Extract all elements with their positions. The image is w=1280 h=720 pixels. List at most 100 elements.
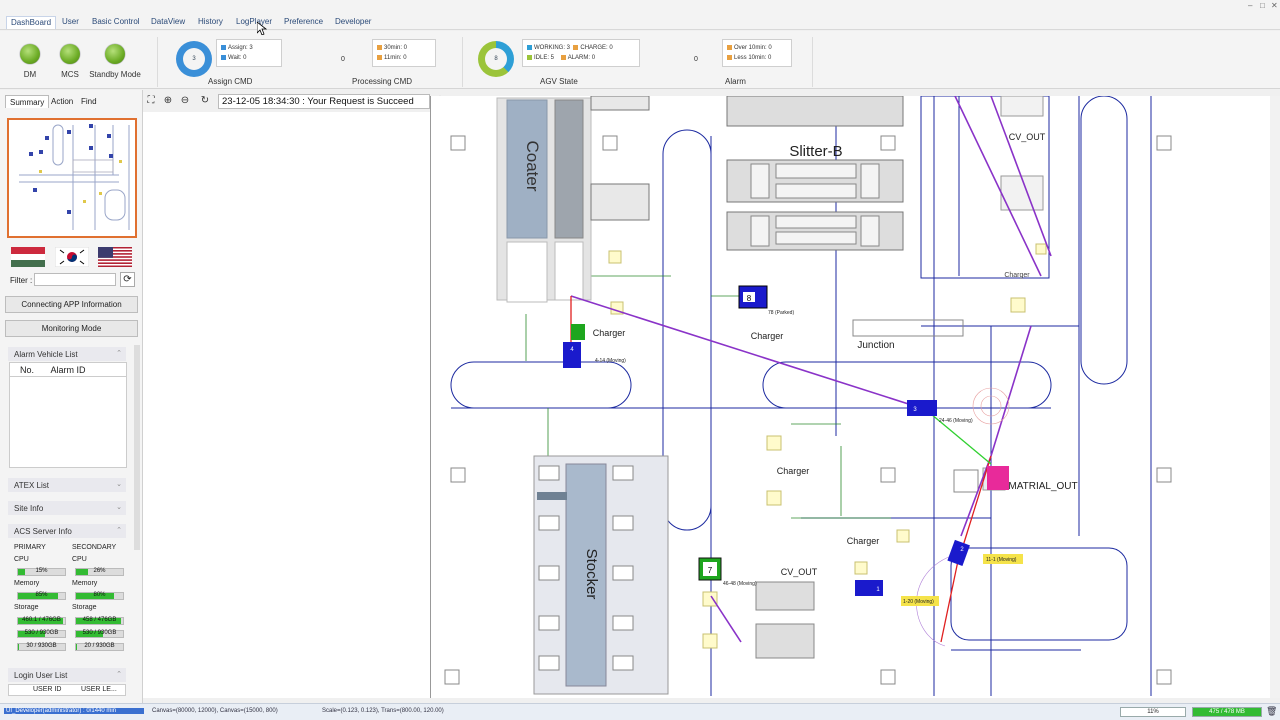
secondary-cpu-value: 26% (93, 568, 106, 574)
scale-info: Scale=(0.123, 0.123), Trans=(800.00, 120… (322, 708, 444, 714)
vehicle-status: 46-48 (Moving) (723, 581, 757, 587)
chevron-down-icon[interactable]: ⌄ (116, 480, 122, 488)
primary-label: PRIMARY (14, 544, 46, 551)
atex-header[interactable]: ATEX List ⌄ (8, 478, 126, 492)
alarm-less-10: Less 10min: 0 (734, 55, 772, 61)
over-11min: 11min: 0 (384, 55, 407, 61)
chevron-down-icon[interactable]: ⌄ (116, 503, 122, 511)
standby-led (105, 44, 125, 64)
charger-label: Charger (751, 331, 784, 341)
cv-out-bottom-label: CV_OUT (781, 567, 818, 577)
menu-bar: DashBoard User Basic Control DataView Hi… (0, 14, 1280, 30)
primary-storage-bar-1: 460.1 / 476GB (17, 617, 66, 625)
site-info-header[interactable]: Site Info ⌄ (8, 501, 126, 515)
chevron-up-icon[interactable]: ⌃ (116, 349, 122, 357)
left-panel: Summary Action Find Filter: ⟳ Connectin… (0, 90, 143, 706)
canvas-info: Canvas=(80000, 12000), Canvas=(15000, 80… (152, 708, 278, 714)
connecting-app-button[interactable]: Connecting APP Information (5, 296, 138, 313)
vehicle-status: 11-1 (Moving) (986, 557, 1017, 563)
alarm-vehicle-table: No. Alarm ID (9, 362, 127, 468)
alarm-over-10: Over 10min: 0 (734, 45, 772, 51)
assign-ring-value: 3 (183, 48, 205, 70)
secondary-memory-value: 80% (93, 592, 106, 598)
filter-input[interactable] (34, 273, 116, 286)
dashboard-bar: DM MCS Standby Mode 3 Assign: 3 Wait: 0 … (0, 31, 1280, 89)
cv-out-top-label: CV_OUT (1009, 132, 1046, 142)
primary-storage-label: Storage (14, 604, 39, 611)
alarm-label: Alarm (725, 77, 746, 86)
standby-label: Standby Mode (89, 70, 141, 79)
hungary-flag-icon[interactable] (11, 247, 45, 267)
secondary-cpu-bar: 26% (75, 568, 124, 576)
storage-value: 30 / 930GB (26, 643, 57, 649)
menu-user[interactable]: User (58, 16, 83, 29)
primary-memory-label: Memory (14, 580, 40, 587)
col-no: No. (20, 365, 35, 375)
alarm-count: 0 (694, 56, 698, 63)
agv-idle: IDLE: 5 (534, 55, 555, 61)
map-scrollbar[interactable] (1270, 96, 1280, 698)
primary-storage-bar-3: 30 / 930GB (17, 643, 66, 651)
korea-flag-icon[interactable] (55, 247, 89, 267)
close-icon[interactable]: ✕ (1271, 1, 1278, 10)
tab-action[interactable]: Action (47, 95, 77, 108)
status-message: 23-12-05 18:34:30 : Your Request is Succ… (218, 94, 430, 109)
slitter-label: Slitter-B (789, 143, 842, 160)
atex-title: ATEX List (14, 481, 49, 490)
menu-logplayer[interactable]: LogPlayer (232, 16, 276, 29)
secondary-storage-bar-3: 20 / 930GB (75, 643, 124, 651)
filter-label: Filter : (10, 276, 33, 285)
agv-state-box: WORKING: 3 CHARGE: 0 IDLE: 5 ALARM: 0 (522, 39, 640, 67)
secondary-storage-bar-1: 458 / 476GB (75, 617, 124, 625)
vehicle-4[interactable] (563, 342, 581, 368)
vehicle-status: 1-20 (Moving) (903, 599, 934, 605)
vehicle-status: 4-14 (Moving) (595, 358, 626, 364)
minimap[interactable] (7, 118, 137, 238)
menu-history[interactable]: History (194, 16, 227, 29)
trash-icon[interactable]: 🗑 (1266, 706, 1277, 717)
menu-dataview[interactable]: DataView (147, 16, 189, 29)
minimize-icon[interactable]: – (1248, 1, 1252, 10)
agv-state-label: AGV State (540, 77, 578, 86)
chevron-up-icon[interactable]: ⌃ (116, 670, 122, 678)
vehicle-3[interactable] (907, 400, 937, 416)
layout-map[interactable]: Coater Slitter-B CV_OUT Charger Junction (430, 96, 1190, 698)
processing-cmd-label: Processing CMD (352, 77, 413, 86)
primary-cpu-label: CPU (14, 556, 29, 563)
fit-screen-icon[interactable]: ⛶ (144, 94, 158, 108)
title-bar: – □ ✕ (0, 0, 1280, 14)
chevron-up-icon[interactable]: ⌃ (116, 526, 122, 534)
zoom-out-icon[interactable]: ⊖ (178, 94, 192, 108)
acs-header[interactable]: ACS Server Info ⌃ (8, 524, 126, 538)
menu-dashboard[interactable]: DashBoard (6, 16, 57, 29)
vehicle-status: 24-46 (Moving) (939, 418, 973, 424)
rotate-icon[interactable]: ↻ (198, 94, 212, 108)
vehicle-2[interactable] (947, 539, 970, 567)
alarm-vehicle-header[interactable]: Alarm Vehicle List ⌃ (8, 347, 126, 361)
canvas-blank-area (143, 112, 430, 698)
login-user-header[interactable]: Login User List ⌃ (8, 668, 126, 682)
mcs-label: MCS (61, 70, 79, 79)
tab-summary[interactable]: Summary (5, 95, 50, 108)
secondary-storage-bar-2: 530 / 930GB (75, 630, 124, 638)
menu-developer[interactable]: Developer (331, 16, 375, 29)
menu-preference[interactable]: Preference (280, 16, 327, 29)
stocker-label: Stocker (583, 549, 600, 600)
divider (462, 37, 463, 87)
secondary-memory-label: Memory (72, 580, 98, 587)
charger-label: Charger (847, 536, 880, 546)
panel-scrollbar[interactable] (134, 345, 140, 550)
zoom-in-icon[interactable]: ⊕ (161, 94, 175, 108)
divider (157, 37, 158, 87)
menu-basic-control[interactable]: Basic Control (88, 16, 144, 29)
usa-flag-icon[interactable] (98, 247, 132, 267)
alarm-box: Over 10min: 0 Less 10min: 0 (722, 39, 792, 67)
site-info-title: Site Info (14, 504, 44, 513)
status-bar: UI_Developer(administrator) : 0/1440 min… (0, 703, 1280, 720)
matrial-out-label: MATRIAL_OUT (1008, 481, 1077, 492)
assign-cmd-box: Assign: 3 Wait: 0 (216, 39, 282, 67)
maximize-icon[interactable]: □ (1260, 1, 1265, 10)
monitoring-mode-button[interactable]: Monitoring Mode (5, 320, 138, 337)
refresh-icon[interactable]: ⟳ (120, 272, 135, 287)
tab-find[interactable]: Find (77, 95, 101, 108)
